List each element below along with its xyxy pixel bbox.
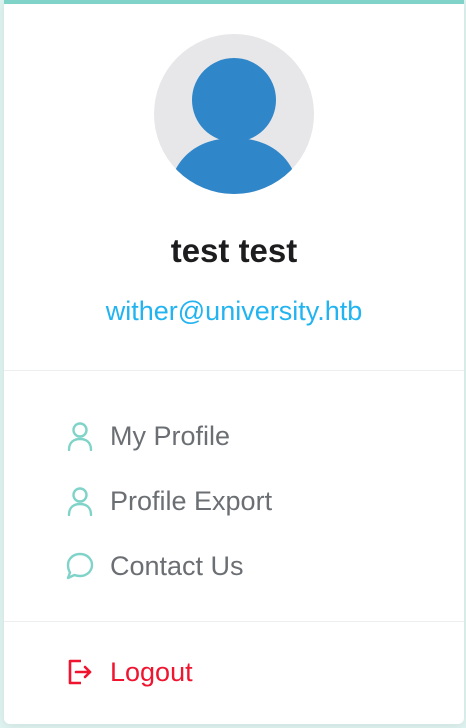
logout-label: Logout: [110, 656, 193, 687]
logout-icon: [64, 656, 96, 688]
user-email[interactable]: wither@university.htb: [4, 296, 464, 327]
chat-bubble-icon: [64, 550, 96, 582]
user-icon: [64, 485, 96, 517]
avatar: [154, 34, 314, 194]
menu-item-profile-export[interactable]: Profile Export: [64, 481, 272, 521]
user-icon: [64, 420, 96, 452]
menu-item-contact-us[interactable]: Contact Us: [64, 546, 244, 586]
menu-item-label: Profile Export: [110, 485, 273, 516]
logout-button[interactable]: Logout: [64, 652, 193, 692]
user-name: test test: [170, 232, 298, 269]
user-avatar-icon: [168, 58, 300, 194]
logout-section: Logout: [4, 622, 464, 722]
menu-item-label: Contact Us: [110, 550, 244, 581]
profile-header: test test wither@university.htb: [4, 4, 464, 371]
profile-menu: My Profile Profile Export Contact Us: [4, 371, 464, 622]
menu-item-my-profile[interactable]: My Profile: [64, 416, 230, 456]
menu-item-label: My Profile: [110, 420, 231, 451]
user-profile-dropdown: test test wither@university.htb My Profi…: [4, 0, 464, 724]
